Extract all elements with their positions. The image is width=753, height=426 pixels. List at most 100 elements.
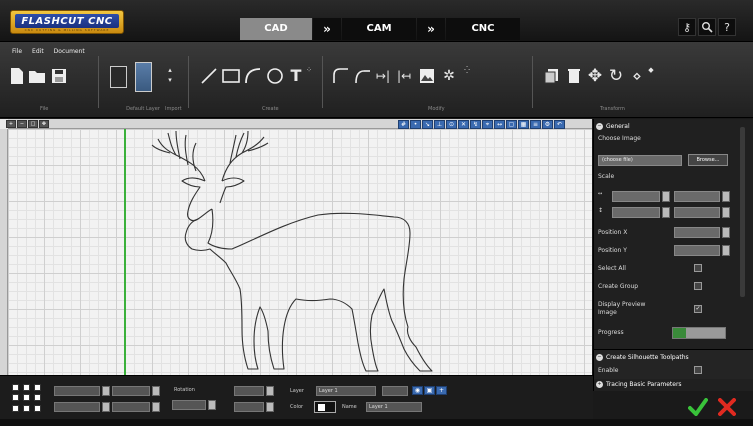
origin-point[interactable] <box>23 394 30 402</box>
param-b-field[interactable] <box>234 402 264 412</box>
layer-fill-swatch[interactable] <box>135 62 152 92</box>
image-file-field[interactable]: (choose file) <box>598 155 682 166</box>
position-x-stepper[interactable] <box>722 227 730 238</box>
origin-point[interactable] <box>34 384 41 391</box>
join-tool-icon[interactable]: ⁛ <box>462 66 472 88</box>
move-icon[interactable]: ✥ <box>586 65 604 87</box>
scale-y2-stepper[interactable] <box>722 207 730 218</box>
origin-point[interactable] <box>12 394 19 402</box>
delete-icon[interactable] <box>565 65 583 87</box>
menu-bar: File Edit Document <box>12 48 85 55</box>
scale-x2-field[interactable] <box>612 207 660 218</box>
x-position-field[interactable] <box>54 386 100 396</box>
menu-edit[interactable]: Edit <box>32 48 44 55</box>
explode-tool-icon[interactable]: ✲ <box>440 65 458 87</box>
section-tracing-header[interactable]: + Tracing Basic Parameters <box>596 381 682 388</box>
layer-outline-swatch[interactable] <box>110 66 127 88</box>
help-icon[interactable]: ? <box>718 18 736 36</box>
panel-scrollbar[interactable] <box>740 127 745 297</box>
menu-file[interactable]: File <box>12 48 22 55</box>
arc-tool-icon[interactable] <box>244 65 262 87</box>
expand-icon[interactable]: + <box>596 381 603 388</box>
width-stepper[interactable] <box>152 386 160 396</box>
tab-cad[interactable]: CAD <box>240 18 312 40</box>
deer-silhouette-drawing[interactable] <box>0 119 592 375</box>
position-y-stepper[interactable] <box>722 245 730 256</box>
width-field[interactable] <box>112 386 150 396</box>
copy-icon[interactable] <box>543 65 561 87</box>
rotate-icon[interactable]: ↻ <box>607 65 625 87</box>
collapse-icon[interactable]: − <box>596 123 603 130</box>
drawing-canvas[interactable]: + − □ ✥ # • ↘ ⊥ ⊙ ✕ ↯ ⌖ ↔ ▢ ▦ ≡ ⚙ ↶ <box>0 119 592 375</box>
rotation-field[interactable] <box>172 400 206 410</box>
origin-point[interactable] <box>12 384 19 391</box>
save-icon[interactable] <box>50 65 68 87</box>
section-general-header[interactable]: − General <box>596 123 630 130</box>
enable-checkbox[interactable] <box>694 366 702 374</box>
scale-y2-field[interactable] <box>674 207 720 218</box>
origin-point[interactable] <box>12 404 19 412</box>
image-trace-icon[interactable] <box>418 65 436 87</box>
y-position-field[interactable] <box>54 402 100 412</box>
layer-option-field[interactable] <box>382 386 408 396</box>
select-all-label: Select All <box>598 265 626 272</box>
origin-point[interactable] <box>23 404 30 412</box>
y-position-stepper[interactable] <box>102 402 110 412</box>
collapse-icon[interactable]: − <box>596 354 603 361</box>
progress-label: Progress <box>598 329 624 336</box>
tab-cnc[interactable]: CNC <box>446 18 520 40</box>
color-swatch[interactable] <box>314 401 336 413</box>
name-field[interactable]: Layer 1 <box>366 402 422 412</box>
scale-x-stepper[interactable] <box>662 191 670 202</box>
scale-x-field[interactable] <box>612 191 660 202</box>
origin-point[interactable] <box>34 404 41 412</box>
position-x-field[interactable] <box>674 227 720 238</box>
rectangle-tool-icon[interactable] <box>222 65 240 87</box>
key-icon[interactable]: ⚷ <box>678 18 696 36</box>
open-folder-icon[interactable] <box>28 65 46 87</box>
browse-button[interactable]: Browse... <box>688 154 728 166</box>
group-label-modify: Modify <box>428 106 445 112</box>
param-b-stepper[interactable] <box>266 402 274 412</box>
mode-arrow-icon: » <box>313 18 341 40</box>
height-field[interactable] <box>112 402 150 412</box>
layer-visible-icon[interactable]: ◉ <box>412 386 423 395</box>
rotation-stepper[interactable] <box>208 400 216 410</box>
text-tool-icon[interactable]: T <box>287 65 305 87</box>
select-all-checkbox[interactable] <box>694 264 702 272</box>
position-y-field[interactable] <box>674 245 720 256</box>
scale-x2-stepper[interactable] <box>662 207 670 218</box>
origin-point[interactable] <box>23 384 30 391</box>
display-preview-checkbox[interactable]: ✓ <box>694 305 702 313</box>
x-position-stepper[interactable] <box>102 386 110 396</box>
point-tool-icon[interactable]: ⁘ <box>304 66 314 88</box>
new-file-icon[interactable] <box>8 65 26 87</box>
extend-tool-icon[interactable] <box>354 65 372 87</box>
scale-y-field[interactable] <box>674 191 720 202</box>
line-tool-icon[interactable] <box>200 65 218 87</box>
fillet-tool-icon[interactable] <box>332 65 350 87</box>
trim-tool-icon[interactable]: ↦| <box>374 65 392 87</box>
mirror-icon[interactable]: ⋄ <box>628 65 646 87</box>
group-label-import: Import <box>165 106 182 112</box>
section-silhouette-header[interactable]: − Create Silhouette Toolpaths <box>596 354 689 361</box>
origin-point[interactable] <box>34 394 41 402</box>
layer-lock-icon[interactable]: ▣ <box>424 386 435 395</box>
layer-down-icon[interactable]: ▾ <box>165 76 175 98</box>
cancel-x-icon[interactable] <box>718 398 736 420</box>
create-group-checkbox[interactable] <box>694 282 702 290</box>
tab-cam[interactable]: CAM <box>342 18 416 40</box>
layer-select[interactable]: Layer 1 <box>316 386 376 396</box>
scale-y-stepper[interactable] <box>722 191 730 202</box>
param-a-field[interactable] <box>234 386 264 396</box>
search-icon[interactable] <box>698 18 716 36</box>
origin-selector[interactable] <box>12 384 42 412</box>
scale-icon[interactable]: ◆ <box>646 66 656 88</box>
param-a-stepper[interactable] <box>266 386 274 396</box>
menu-document[interactable]: Document <box>54 48 85 55</box>
confirm-check-icon[interactable] <box>688 398 708 420</box>
break-tool-icon[interactable]: |↤ <box>395 65 413 87</box>
height-stepper[interactable] <box>152 402 160 412</box>
circle-tool-icon[interactable] <box>266 65 284 87</box>
layer-add-icon[interactable]: + <box>436 386 447 395</box>
